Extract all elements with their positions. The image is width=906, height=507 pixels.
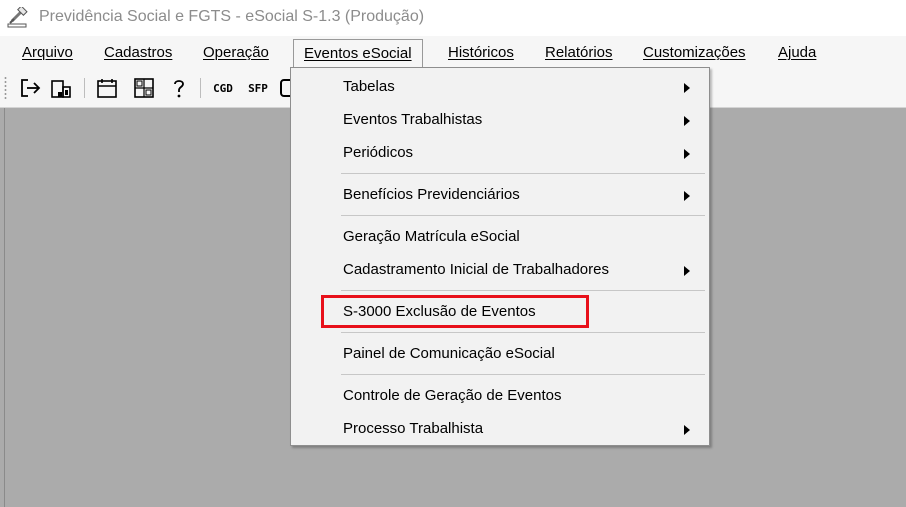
highlight-annotation-box	[321, 295, 589, 328]
submenu-arrow-icon	[684, 149, 690, 159]
exit-icon[interactable]	[17, 75, 43, 101]
menu-item-label: Controle de Geração de Eventos	[343, 387, 562, 404]
sfp-button[interactable]: SFP	[244, 75, 272, 101]
menu-item-label: Eventos Trabalhistas	[343, 111, 483, 128]
menu-item-label: Benefícios Previdenciários	[343, 186, 520, 203]
menu-item-label: Geração Matrícula eSocial	[343, 228, 520, 245]
menu-separator	[341, 374, 705, 375]
menu-customizacoes[interactable]: Customizações	[643, 42, 746, 64]
menu-item-geracao-matricula[interactable]: Geração Matrícula eSocial	[291, 222, 709, 252]
menu-bar: Arquivo Cadastros Operação Eventos eSoci…	[0, 36, 906, 69]
menu-item-periodicos[interactable]: Periódicos	[291, 138, 709, 168]
menu-item-label: Tabelas	[343, 78, 395, 95]
menu-cadastros[interactable]: Cadastros	[104, 42, 172, 64]
submenu-arrow-icon	[684, 116, 690, 126]
menu-item-label: Cadastramento Inicial de Trabalhadores	[343, 261, 609, 278]
calculator-icon[interactable]	[131, 75, 157, 101]
menu-item-eventos-trabalhistas[interactable]: Eventos Trabalhistas	[291, 105, 709, 135]
menu-relatorios[interactable]: Relatórios	[545, 42, 613, 64]
toolbar-separator	[84, 78, 85, 98]
menu-item-processo-trabalhista[interactable]: Processo Trabalhista	[291, 414, 709, 444]
toolbar-separator	[200, 78, 201, 98]
menu-ajuda[interactable]: Ajuda	[778, 42, 816, 64]
menu-item-label: Painel de Comunicação eSocial	[343, 345, 555, 362]
menu-item-tabelas[interactable]: Tabelas	[291, 72, 709, 102]
menu-item-label: Processo Trabalhista	[343, 420, 484, 437]
toolbar-grip[interactable]	[4, 76, 7, 100]
menu-item-painel-comunicacao[interactable]: Painel de Comunicação eSocial	[291, 339, 709, 369]
cgd-button[interactable]: CGD	[209, 75, 237, 101]
submenu-arrow-icon	[684, 83, 690, 93]
submenu-arrow-icon	[684, 191, 690, 201]
window-title: Previdência Social e FGTS - eSocial S-1.…	[39, 8, 425, 25]
menu-item-controle-geracao[interactable]: Controle de Geração de Eventos	[291, 381, 709, 411]
title-bar: Previdência Social e FGTS - eSocial S-1.…	[0, 0, 906, 36]
menu-arquivo[interactable]: Arquivo	[22, 42, 73, 64]
calendar-icon[interactable]	[94, 75, 120, 101]
menu-item-label: Periódicos	[343, 144, 414, 161]
menu-separator	[341, 332, 705, 333]
menu-separator	[341, 173, 705, 174]
help-icon[interactable]	[166, 75, 192, 101]
menu-separator	[341, 215, 705, 216]
company-icon[interactable]	[48, 75, 74, 101]
menu-historicos[interactable]: Históricos	[448, 42, 514, 64]
eventos-esocial-dropdown: Tabelas Eventos Trabalhistas Periódicos …	[290, 67, 710, 446]
menu-operacao[interactable]: Operação	[203, 42, 269, 64]
submenu-arrow-icon	[684, 425, 690, 435]
gavel-icon[interactable]	[6, 5, 28, 29]
submenu-arrow-icon	[684, 266, 690, 276]
menu-separator	[341, 290, 705, 291]
menu-item-beneficios-previdenciarios[interactable]: Benefícios Previdenciários	[291, 180, 709, 210]
menu-item-cadastramento-inicial[interactable]: Cadastramento Inicial de Trabalhadores	[291, 255, 709, 285]
menu-eventos-esocial[interactable]: Eventos eSocial	[293, 39, 423, 68]
